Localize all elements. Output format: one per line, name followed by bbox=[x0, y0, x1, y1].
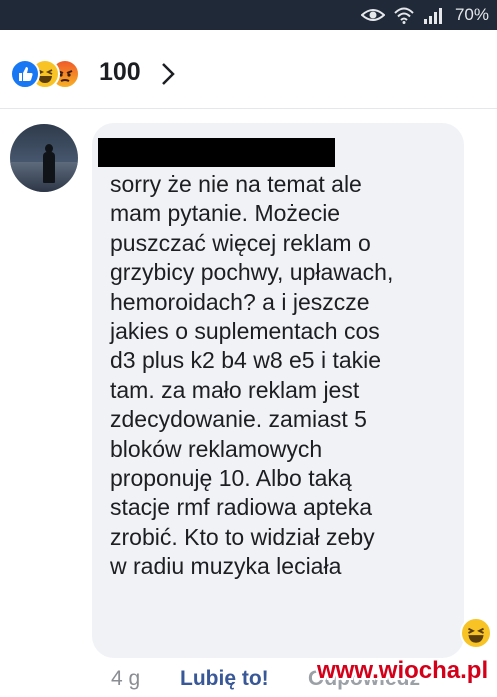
comment-haha-icon[interactable] bbox=[460, 617, 492, 649]
comment-line: mam pytanie. Możecie bbox=[110, 200, 341, 227]
comment-line: zrobić. Kto to widział zeby bbox=[110, 523, 375, 550]
signal-icon bbox=[423, 6, 447, 24]
comment-line: w radiu muzyka leciała bbox=[110, 553, 342, 580]
comment-text: sorry że nie na temat ale mam pytanie. M… bbox=[110, 170, 455, 582]
like-button[interactable]: Lubię to! bbox=[180, 667, 269, 691]
chevron-right-icon[interactable] bbox=[160, 62, 176, 91]
comment-line: d3 plus k2 b4 w8 e5 i takie bbox=[110, 347, 382, 374]
reaction-icons bbox=[10, 59, 94, 89]
comment-line: proponuję 10. Albo taką bbox=[110, 465, 352, 492]
comment-line: puszczać więcej reklam o bbox=[110, 229, 371, 256]
comment-line: sorry że nie na temat ale bbox=[110, 171, 362, 197]
watermark: www.wiocha.pl bbox=[317, 657, 489, 684]
comment-line: hemoroidach? a i jeszcze bbox=[110, 288, 370, 315]
wifi-icon bbox=[393, 6, 415, 24]
comment-line: tam. za mało reklam jest bbox=[110, 376, 360, 403]
like-icon bbox=[10, 59, 40, 89]
author-name-redaction bbox=[98, 138, 335, 167]
comment-time: 4 g bbox=[111, 667, 141, 690]
status-bar: 70% bbox=[0, 0, 497, 30]
eye-icon bbox=[360, 7, 385, 23]
comment-line: jakies o suplementach cos bbox=[110, 318, 380, 345]
comment-line: grzybicy pochwy, upławach, bbox=[110, 259, 394, 286]
reaction-count: 100 bbox=[99, 58, 141, 86]
status-icons: 70% bbox=[360, 4, 489, 26]
battery-level: 70% bbox=[454, 5, 489, 24]
avatar-person-body bbox=[43, 152, 55, 183]
reactions-bar[interactable]: 100 bbox=[0, 38, 497, 109]
comment-line: stacje rmf radiowa apteka bbox=[110, 494, 373, 521]
comment-line: bloków reklamowych bbox=[110, 435, 323, 462]
avatar[interactable] bbox=[10, 124, 78, 192]
comment-line: zdecydowanie. zamiast 5 bbox=[110, 406, 367, 433]
